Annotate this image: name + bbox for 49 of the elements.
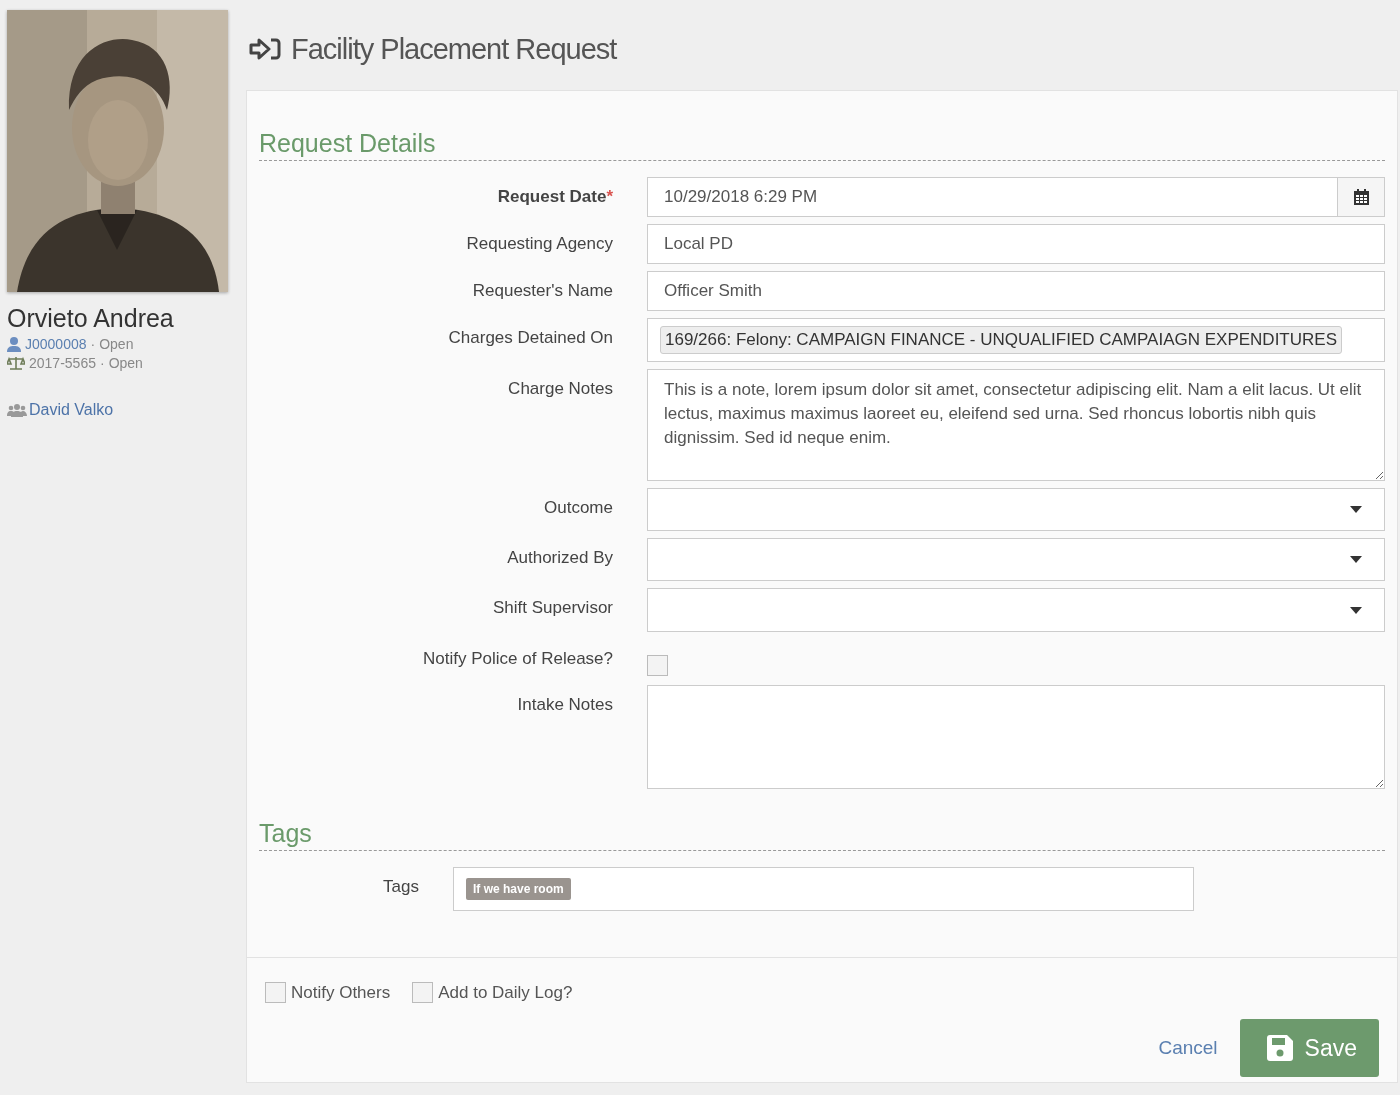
charges-field[interactable]: 169/266: Felony: CAMPAIGN FINANCE - UNQUALIFIED CAMPAIAGN EXPENDITURES (647, 318, 1385, 362)
field-label: Intake Notes (516, 694, 613, 715)
caret-icon (1350, 606, 1362, 614)
checkbox[interactable] (412, 982, 434, 1003)
select-field[interactable] (647, 588, 1385, 632)
caret-icon (1350, 556, 1362, 563)
select-field[interactable] (647, 488, 1385, 531)
text-field[interactable]: Local PD (647, 224, 1385, 264)
section-title: Tags (259, 819, 1385, 851)
field-label: Tags (382, 876, 419, 897)
field-label: Request Date* (496, 186, 613, 207)
caret-icon (1350, 506, 1362, 513)
checkbox[interactable] (647, 655, 668, 676)
field-label: Charge Notes (507, 378, 613, 399)
users-icon (7, 403, 27, 417)
field-label: Shift Supervisor (492, 597, 613, 618)
record-id: 2017-5565 (29, 355, 96, 371)
field-label: Requesting Agency (465, 233, 613, 254)
option-checkbox[interactable]: Add to Daily Log? (412, 982, 573, 1003)
date-field[interactable]: 10/29/2018 6:29 PM (647, 177, 1385, 217)
record-status: Open (108, 355, 143, 371)
cancel-link[interactable]: Cancel (1158, 1037, 1218, 1059)
checkbox[interactable] (265, 982, 286, 1003)
person-name: Orvieto Andrea (7, 304, 175, 333)
field-label: Notify Police of Release? (422, 648, 613, 669)
record-id[interactable]: J0000008 (25, 336, 87, 352)
separator-dot: · (99, 355, 105, 371)
notes-field[interactable] (647, 685, 1385, 789)
page-title: Facility Placement Request (291, 32, 617, 66)
worker-link[interactable]: David Valko (7, 401, 238, 419)
scale-icon (7, 356, 25, 370)
sign-in-icon (249, 37, 281, 61)
text-field[interactable]: Officer Smith (647, 271, 1385, 311)
option-checkbox[interactable]: Notify Others (265, 982, 391, 1003)
separator-dot: · (90, 336, 96, 352)
person-icon (7, 336, 21, 352)
save-icon (1266, 1035, 1293, 1061)
section-title: Request Details (259, 129, 1385, 161)
field-label: Outcome (543, 497, 613, 518)
charge-chip[interactable]: 169/266: Felony: CAMPAIGN FINANCE - UNQUALIFIED CAMPAIAGN EXPENDITURES (660, 326, 1342, 354)
notes-field[interactable]: This is a note, lorem ipsum dolor sit amet, consectetur adipiscing elit. Nam a elit lacus. Ut elit lectus, maximus maximus laoreet eu, eleifend sed urna. Sed rhoncus lobortis nibh quis dignissim. Sed id neque enim. (647, 369, 1385, 481)
record-status: Open (99, 336, 134, 352)
field-label: Requester's Name (471, 280, 613, 301)
field-label: Authorized By (506, 547, 613, 568)
field-label: Charges Detained On (447, 327, 613, 348)
required-mark: * (606, 187, 613, 206)
calendar-button[interactable] (1337, 178, 1384, 216)
select-field[interactable] (647, 538, 1385, 581)
calendar-icon (1353, 189, 1369, 205)
